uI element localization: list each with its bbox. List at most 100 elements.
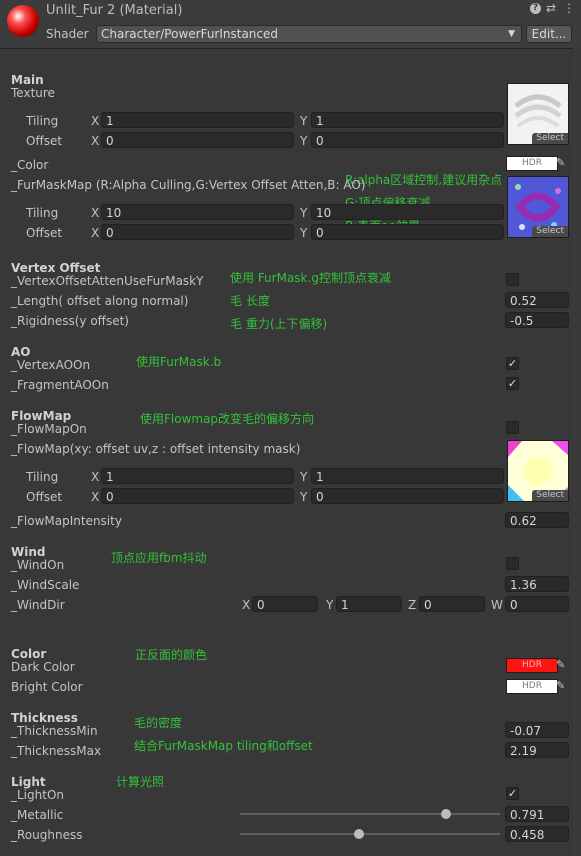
metallic-slider-track[interactable]	[240, 813, 500, 815]
furmask-select-button[interactable]: Select	[532, 226, 568, 237]
shader-dropdown[interactable]: Character/PowerFurInstanced ▼	[96, 25, 522, 43]
texture-offset-label: Offset	[26, 134, 63, 148]
eyedropper-icon[interactable]: ✎	[556, 658, 568, 672]
roughness-field[interactable]: 0.458	[505, 826, 569, 842]
metallic-label: _Metallic	[11, 808, 64, 822]
thickness-max-label: _ThicknessMax	[11, 744, 102, 758]
length-note: 毛 长度	[230, 294, 270, 308]
vertex-ao-checkbox[interactable]: ✓	[506, 357, 519, 370]
texture-thumbnail[interactable]: Select	[507, 83, 569, 145]
wind-dir-x-field[interactable]: 0	[252, 596, 318, 612]
flowmap-offset-y-axis: Y	[300, 490, 308, 504]
vertex-offset-atten-checkbox[interactable]	[506, 273, 519, 286]
thickness-min-field[interactable]: -0.07	[505, 722, 569, 738]
metallic-slider-handle[interactable]	[440, 809, 451, 819]
wind-dir-z-field[interactable]: 0	[419, 596, 485, 612]
furmask-offset-x-axis: X	[91, 226, 100, 240]
wind-dir-y-field[interactable]: 1	[336, 596, 402, 612]
shader-value: Character/PowerFurInstanced	[101, 27, 279, 41]
color-note: 正反面的颜色	[135, 648, 208, 662]
texture-tiling-y-axis: Y	[300, 114, 308, 128]
texture-offset-x-field[interactable]: 0	[101, 132, 294, 148]
furmask-offset-y-axis: Y	[300, 226, 308, 240]
furmask-tiling-x-field[interactable]: 10	[101, 204, 294, 220]
metallic-field[interactable]: 0.791	[505, 806, 569, 822]
light-on-checkbox[interactable]: ✓	[506, 787, 519, 800]
section-color: Color	[11, 647, 47, 661]
texture-offset-x-axis: X	[91, 134, 100, 148]
help-icon[interactable]: ?	[530, 3, 541, 14]
thickness-min-note: 毛的密度	[134, 716, 183, 730]
hdr-tag: HDR	[522, 158, 542, 168]
flowmap-on-checkbox[interactable]	[506, 421, 519, 434]
roughness-slider-handle[interactable]	[354, 829, 365, 839]
flowmap-offset-x-field[interactable]: 0	[101, 488, 294, 504]
light-on-label: _LightOn	[11, 788, 64, 802]
section-ao: AO	[11, 345, 31, 359]
furmask-offset-x-field[interactable]: 0	[101, 224, 294, 240]
ao-note: 使用FurMask.b	[136, 355, 222, 369]
rigidity-field[interactable]: -0.5	[505, 312, 569, 328]
fragment-ao-checkbox[interactable]: ✓	[506, 377, 519, 390]
wind-dir-w-axis: W	[491, 598, 503, 612]
material-title: Unlit_Fur 2 (Material)	[46, 3, 183, 18]
thickness-min-label: _ThicknessMin	[11, 724, 98, 738]
texture-select-button[interactable]: Select	[532, 133, 568, 144]
flowmap-select-button[interactable]: Select	[532, 490, 568, 501]
texture-tiling-x-field[interactable]: 1	[101, 112, 294, 128]
wind-dir-x-axis: X	[242, 598, 251, 612]
bright-color-swatch[interactable]: HDR	[506, 679, 558, 694]
furmask-label: _FurMaskMap (R:Alpha Culling,G:Vertex Of…	[11, 178, 366, 192]
texture-tiling-label: Tiling	[26, 114, 59, 128]
flowmap-intensity-field[interactable]: 0.62	[505, 512, 569, 528]
length-label: _Length( offset along normal)	[11, 294, 189, 308]
color-swatch[interactable]: HDR	[506, 156, 558, 171]
section-flowmap: FlowMap	[11, 409, 72, 423]
texture-tiling-x-axis: X	[91, 114, 100, 128]
flowmap-tiling-x-field[interactable]: 1	[101, 468, 294, 484]
preset-icon[interactable]: ⇄	[546, 1, 556, 15]
wind-dir-w-field[interactable]: 0	[505, 596, 569, 612]
vertex-offset-atten-label: _VertexOffsetAttenUseFurMaskY	[11, 274, 204, 288]
scrollbar[interactable]	[573, 48, 581, 856]
furmask-offset-y-field[interactable]: 0	[311, 224, 504, 240]
wind-on-checkbox[interactable]	[506, 557, 519, 570]
flowmap-offset-label: Offset	[26, 490, 63, 504]
flowmap-on-label: _FlowMapOn	[11, 422, 87, 436]
menu-icon[interactable]: ⋮	[563, 1, 575, 15]
length-field[interactable]: 0.52	[505, 292, 569, 308]
flowmap-note: 使用Flowmap改变毛的偏移方向	[140, 412, 315, 426]
flowmap-offset-y-field[interactable]: 0	[311, 488, 504, 504]
flowmap-thumbnail[interactable]: Select	[507, 440, 569, 502]
thickness-max-field[interactable]: 2.19	[505, 742, 569, 758]
eyedropper-icon[interactable]: ✎	[556, 679, 568, 693]
chevron-down-icon: ▼	[508, 29, 515, 39]
material-header: Unlit_Fur 2 (Material) ? ⇄ ⋮ Shader Char…	[0, 0, 581, 49]
furmask-tiling-x-axis: X	[91, 206, 100, 220]
material-sphere-icon	[7, 5, 39, 37]
edit-shader-button[interactable]: Edit...	[526, 25, 572, 43]
wind-scale-field[interactable]: 1.36	[505, 576, 569, 592]
section-vertex-offset: Vertex Offset	[11, 261, 101, 275]
section-thickness: Thickness	[11, 711, 78, 725]
furmask-offset-label: Offset	[26, 226, 63, 240]
flowmap-tiling-x-axis: X	[91, 470, 100, 484]
wind-dir-label: _WindDir	[11, 598, 65, 612]
texture-offset-y-field[interactable]: 0	[311, 132, 504, 148]
fragment-ao-label: _FragmentAOOn	[11, 378, 109, 392]
section-wind: Wind	[11, 545, 46, 559]
color-label: _Color	[11, 158, 49, 172]
flowmap-offset-x-axis: X	[91, 490, 100, 504]
thickness-max-note: 结合FurMaskMap tiling和offset	[134, 739, 313, 753]
flowmap-tiling-y-axis: Y	[300, 470, 308, 484]
wind-note: 顶点应用fbm抖动	[111, 551, 207, 565]
section-main: Main	[11, 73, 44, 87]
wind-dir-y-axis: Y	[326, 598, 334, 612]
texture-tiling-y-field[interactable]: 1	[311, 112, 504, 128]
dark-color-swatch[interactable]: HDR	[506, 658, 558, 673]
eyedropper-icon[interactable]: ✎	[556, 156, 568, 170]
roughness-slider-track[interactable]	[240, 833, 500, 835]
rigidity-label: _Rigidness(y offset)	[11, 314, 129, 328]
flowmap-tiling-y-field[interactable]: 1	[311, 468, 504, 484]
furmask-thumbnail[interactable]: Select	[507, 176, 569, 238]
